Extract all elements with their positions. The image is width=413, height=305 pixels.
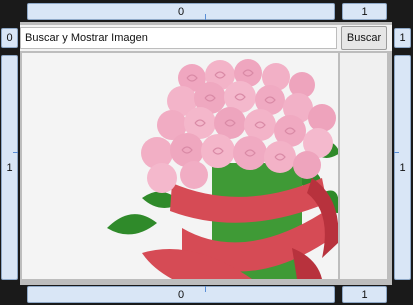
search-button[interactable]: Buscar xyxy=(341,26,387,50)
left-vertical-spinner[interactable]: 1 xyxy=(1,55,18,280)
right-vertical-spinner-value: 1 xyxy=(399,161,406,174)
right-vertical-spinner[interactable]: 1 xyxy=(394,55,411,280)
top-spinner-tick xyxy=(205,14,206,20)
search-input-value: Buscar y Mostrar Imagen xyxy=(25,32,148,44)
left-top-spinner[interactable]: 0 xyxy=(1,28,18,48)
bottom-right-spinner[interactable]: 1 xyxy=(342,286,387,303)
top-spinner[interactable]: 0 xyxy=(27,3,335,20)
image-display xyxy=(22,53,338,279)
bottom-spinner[interactable]: 0 xyxy=(27,286,335,303)
search-input[interactable]: Buscar y Mostrar Imagen xyxy=(20,27,337,49)
right-top-spinner[interactable]: 1 xyxy=(394,28,411,48)
bottom-spinner-value: 0 xyxy=(177,288,185,301)
left-spinner-tick xyxy=(13,152,18,153)
image-side-panel xyxy=(340,53,387,279)
top-right-spinner[interactable]: 1 xyxy=(342,3,387,20)
left-top-spinner-value: 0 xyxy=(6,32,13,44)
bottom-right-spinner-value: 1 xyxy=(361,288,368,301)
right-top-spinner-value: 1 xyxy=(399,32,406,44)
right-spinner-tick xyxy=(394,152,399,153)
bottom-spinner-tick xyxy=(205,286,206,292)
pink-roses-bouquet-image xyxy=(107,59,338,279)
top-spinner-value: 0 xyxy=(177,5,185,18)
left-vertical-spinner-value: 1 xyxy=(6,161,13,174)
top-right-spinner-value: 1 xyxy=(361,5,368,18)
